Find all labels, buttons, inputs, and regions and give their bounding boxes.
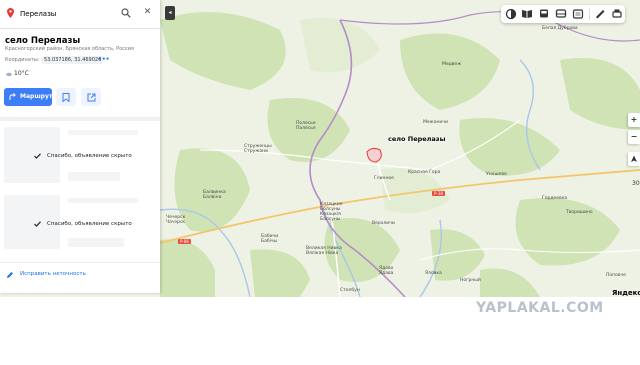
report-error-label: Исправить неточность bbox=[20, 271, 86, 277]
bookmark-icon bbox=[62, 93, 70, 102]
town-label: Поповче bbox=[606, 273, 626, 278]
town-label: Верхличи bbox=[372, 221, 395, 226]
town-label: Великая Нивка Вялікая Нівка bbox=[306, 246, 342, 256]
transit-icon[interactable] bbox=[538, 8, 550, 20]
ad-hidden-message: Спасибо, объявление скрыто bbox=[47, 153, 132, 159]
town-label: Яловка bbox=[425, 271, 442, 276]
road-badge: Р-38 bbox=[432, 191, 445, 196]
ruler-icon[interactable] bbox=[594, 8, 606, 20]
ad-placeholder bbox=[68, 238, 124, 247]
search-input[interactable] bbox=[20, 6, 116, 22]
coordinates-value[interactable]: 53.037186, 31.469026 bbox=[42, 56, 104, 64]
toolbar-separator bbox=[589, 8, 590, 20]
town-label: Уношево bbox=[486, 172, 507, 177]
route-button[interactable]: Маршрут bbox=[4, 88, 52, 106]
panorama-icon[interactable] bbox=[521, 8, 533, 20]
close-icon[interactable]: ✕ bbox=[143, 8, 152, 17]
share-button[interactable] bbox=[81, 88, 101, 106]
town-label: Творишино bbox=[566, 210, 593, 215]
route-button-label: Маршрут bbox=[20, 93, 53, 100]
ad-placeholder bbox=[68, 198, 138, 203]
search-bar: ✕ bbox=[0, 0, 160, 29]
report-error-link[interactable]: Исправить неточность bbox=[0, 262, 160, 287]
weather-icon bbox=[6, 72, 12, 77]
more-icon[interactable]: ••• bbox=[98, 56, 110, 63]
town-label: Красная Гора bbox=[408, 170, 441, 175]
place-title: село Перелазы bbox=[5, 36, 81, 46]
map-scale: 30 bbox=[632, 180, 640, 187]
route-icon bbox=[9, 93, 16, 100]
ad-placeholder bbox=[68, 172, 120, 181]
town-label: Гордеевка bbox=[542, 196, 568, 201]
collapse-panel-button[interactable]: ◂ bbox=[165, 6, 175, 20]
map-toolbar bbox=[501, 5, 625, 23]
check-icon bbox=[34, 221, 41, 227]
yandex-logo: Яндекс bbox=[612, 289, 640, 297]
zoom-out-icon[interactable]: − bbox=[628, 130, 640, 144]
check-icon bbox=[34, 153, 41, 159]
town-label: Межаничи bbox=[423, 120, 448, 125]
road-badge: Р-86 bbox=[178, 239, 191, 244]
watermark-text: YAPLAKAL.COM bbox=[476, 300, 604, 316]
town-label: Глинное bbox=[374, 176, 394, 181]
search-icon[interactable] bbox=[121, 8, 131, 18]
zoom-in-icon[interactable]: + bbox=[628, 113, 640, 127]
town-label: Медвеж bbox=[442, 62, 462, 67]
photo-icon[interactable] bbox=[572, 8, 584, 20]
layers-icon[interactable] bbox=[505, 8, 517, 20]
town-label: Столбун bbox=[340, 288, 360, 293]
marker-label: село Перелазы bbox=[388, 135, 446, 143]
town-label: Бабичи Бабічы bbox=[261, 234, 279, 244]
compass-arrow bbox=[631, 155, 637, 162]
town-label: Ногрный bbox=[460, 278, 481, 283]
town-label: Ядово Ядава bbox=[379, 266, 394, 276]
town-label: Балвинка Балвіна bbox=[203, 190, 226, 200]
bookmark-button[interactable] bbox=[56, 88, 76, 106]
town-label: Полесье Палесье bbox=[296, 121, 316, 131]
coordinates-label: Координаты: bbox=[5, 57, 40, 63]
town-label: Белая Дубрава bbox=[542, 26, 578, 31]
hidden-ad-card: Спасибо, объявление скрыто bbox=[0, 124, 160, 190]
forest-areas bbox=[160, 12, 640, 297]
ad-placeholder bbox=[68, 130, 138, 135]
hidden-ad-card: Спасибо, объявление скрыто bbox=[0, 192, 160, 256]
town-label: Чечерск Чачэрск bbox=[166, 215, 186, 225]
side-panel: ✕ село Перелазы Красногорский район, Бря… bbox=[0, 0, 160, 293]
settlement-outline bbox=[366, 147, 382, 163]
town-label: Казацкие Болсуны Казацкія Балсуны bbox=[320, 202, 343, 222]
place-address: Красногорский район, Брянская область, Р… bbox=[5, 46, 134, 52]
pencil-icon bbox=[7, 272, 13, 278]
bus-icon[interactable] bbox=[555, 8, 567, 20]
temperature: 10°C bbox=[14, 70, 29, 77]
town-label: Струженцы Стружани bbox=[244, 144, 272, 154]
section-divider bbox=[0, 117, 160, 121]
print-icon[interactable] bbox=[611, 8, 623, 20]
ad-hidden-message: Спасибо, объявление скрыто bbox=[47, 221, 132, 227]
share-icon bbox=[87, 93, 96, 102]
pin-icon bbox=[7, 8, 14, 18]
compass-icon[interactable] bbox=[628, 152, 640, 166]
